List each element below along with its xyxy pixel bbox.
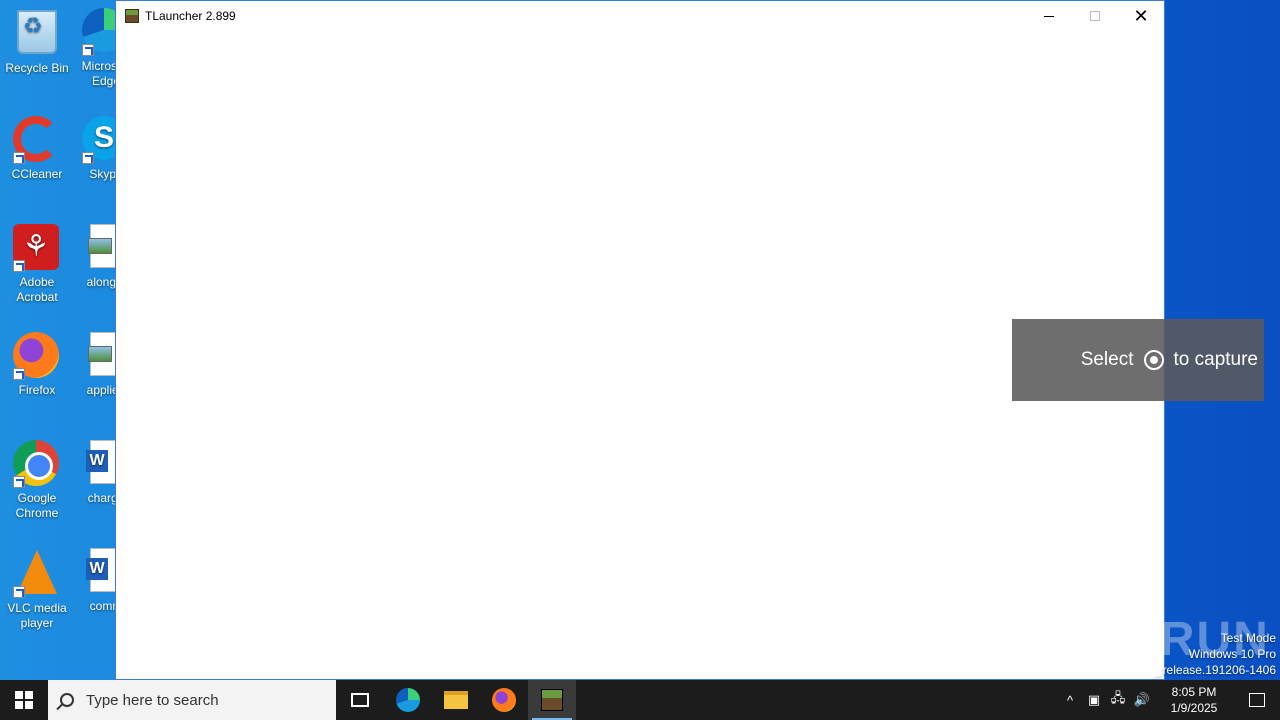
search-icon (60, 693, 74, 707)
desktop-icon-adobe-acrobat[interactable]: ⚘ Adobe Acrobat (1, 224, 73, 305)
desktop-icon-ccleaner[interactable]: CCleaner (1, 116, 73, 182)
window-titlebar[interactable]: TLauncher 2.899 ✕ (116, 1, 1164, 31)
firefox-icon (492, 688, 516, 712)
test-mode-label: Test Mode (1220, 631, 1276, 645)
minimize-icon (1044, 15, 1054, 17)
task-view-button[interactable] (336, 680, 384, 720)
desktop-icon-label: CCleaner (11, 167, 63, 181)
test-mode-watermark: Test Mode Windows 10 Pro _release.191206… (1156, 630, 1276, 678)
maximize-button[interactable] (1072, 1, 1118, 31)
desktop-icon-label: Google Chrome (15, 491, 59, 520)
shortcut-arrow-icon (82, 44, 94, 56)
clock-date: 1/9/2025 (1170, 701, 1218, 715)
taskbar-search-box[interactable]: Type here to search (48, 680, 336, 720)
desktop-icon-label: Adobe Acrobat (16, 275, 58, 304)
tlauncher-app-icon (125, 9, 139, 23)
clock-time: 8:05 PM (1171, 685, 1217, 699)
capture-target-icon (1143, 350, 1164, 370)
taskbar-firefox-button[interactable] (480, 680, 528, 720)
vlc-icon (13, 550, 61, 598)
ccleaner-icon (13, 116, 61, 164)
desktop-icon-google-chrome[interactable]: Google Chrome (1, 440, 73, 521)
window-title: TLauncher 2.899 (145, 9, 236, 23)
chrome-icon (13, 440, 61, 488)
edge-icon (396, 688, 420, 712)
build-label: _release.191206-1406 (1155, 663, 1276, 677)
windows-logo-icon (15, 691, 33, 709)
close-button[interactable]: ✕ (1118, 1, 1164, 31)
taskbar: Type here to search ^ ▣ 🖧 🔊 8:05 PM 1/9/… (0, 680, 1280, 720)
shortcut-arrow-icon (13, 260, 25, 272)
window-content (116, 31, 1164, 679)
desktop-icon-vlc[interactable]: VLC media player (1, 548, 73, 631)
notification-icon (1249, 693, 1265, 707)
taskbar-clock[interactable]: 8:05 PM 1/9/2025 (1154, 684, 1234, 716)
system-tray: ^ ▣ 🖧 🔊 8:05 PM 1/9/2025 (1058, 680, 1280, 720)
shortcut-arrow-icon (13, 586, 25, 598)
acrobat-icon: ⚘ (13, 224, 61, 272)
shortcut-arrow-icon (13, 152, 25, 164)
minimize-button[interactable] (1026, 1, 1072, 31)
capture-to-capture-text: to capture (1173, 349, 1259, 370)
start-button[interactable] (0, 680, 48, 720)
desktop-icon-label: Recycle Bin (5, 61, 69, 75)
close-icon: ✕ (1133, 6, 1149, 26)
meet-now-icon[interactable]: ▣ (1082, 692, 1106, 708)
network-icon[interactable]: 🖧 (1106, 689, 1130, 711)
desktop-icon-label: Firefox (18, 383, 56, 397)
taskbar-tlauncher-button[interactable] (528, 680, 576, 720)
shortcut-arrow-icon (13, 476, 25, 488)
folder-icon (444, 691, 468, 709)
shortcut-arrow-icon (82, 152, 94, 164)
task-view-icon (351, 693, 369, 707)
action-center-button[interactable] (1234, 680, 1280, 720)
shortcut-arrow-icon (13, 368, 25, 380)
firefox-icon (13, 332, 61, 380)
volume-icon[interactable]: 🔊 (1130, 692, 1154, 708)
tlauncher-icon (541, 689, 563, 711)
desktop-icon-recycle-bin[interactable]: Recycle Bin (1, 8, 73, 76)
os-edition-label: Windows 10 Pro (1188, 647, 1276, 661)
taskbar-file-explorer-button[interactable] (432, 680, 480, 720)
search-placeholder: Type here to search (86, 691, 219, 709)
recycle-bin-icon (13, 10, 61, 58)
tray-chevron-icon[interactable]: ^ (1058, 693, 1082, 708)
tlauncher-window[interactable]: TLauncher 2.899 ✕ (115, 0, 1165, 680)
taskbar-edge-button[interactable] (384, 680, 432, 720)
desktop-icon-label: VLC media player (7, 601, 67, 630)
maximize-icon (1090, 11, 1100, 21)
desktop-icon-firefox[interactable]: Firefox (1, 332, 73, 398)
capture-select-text: Select (1080, 349, 1134, 370)
capture-overlay: Select to capture (1012, 319, 1264, 401)
